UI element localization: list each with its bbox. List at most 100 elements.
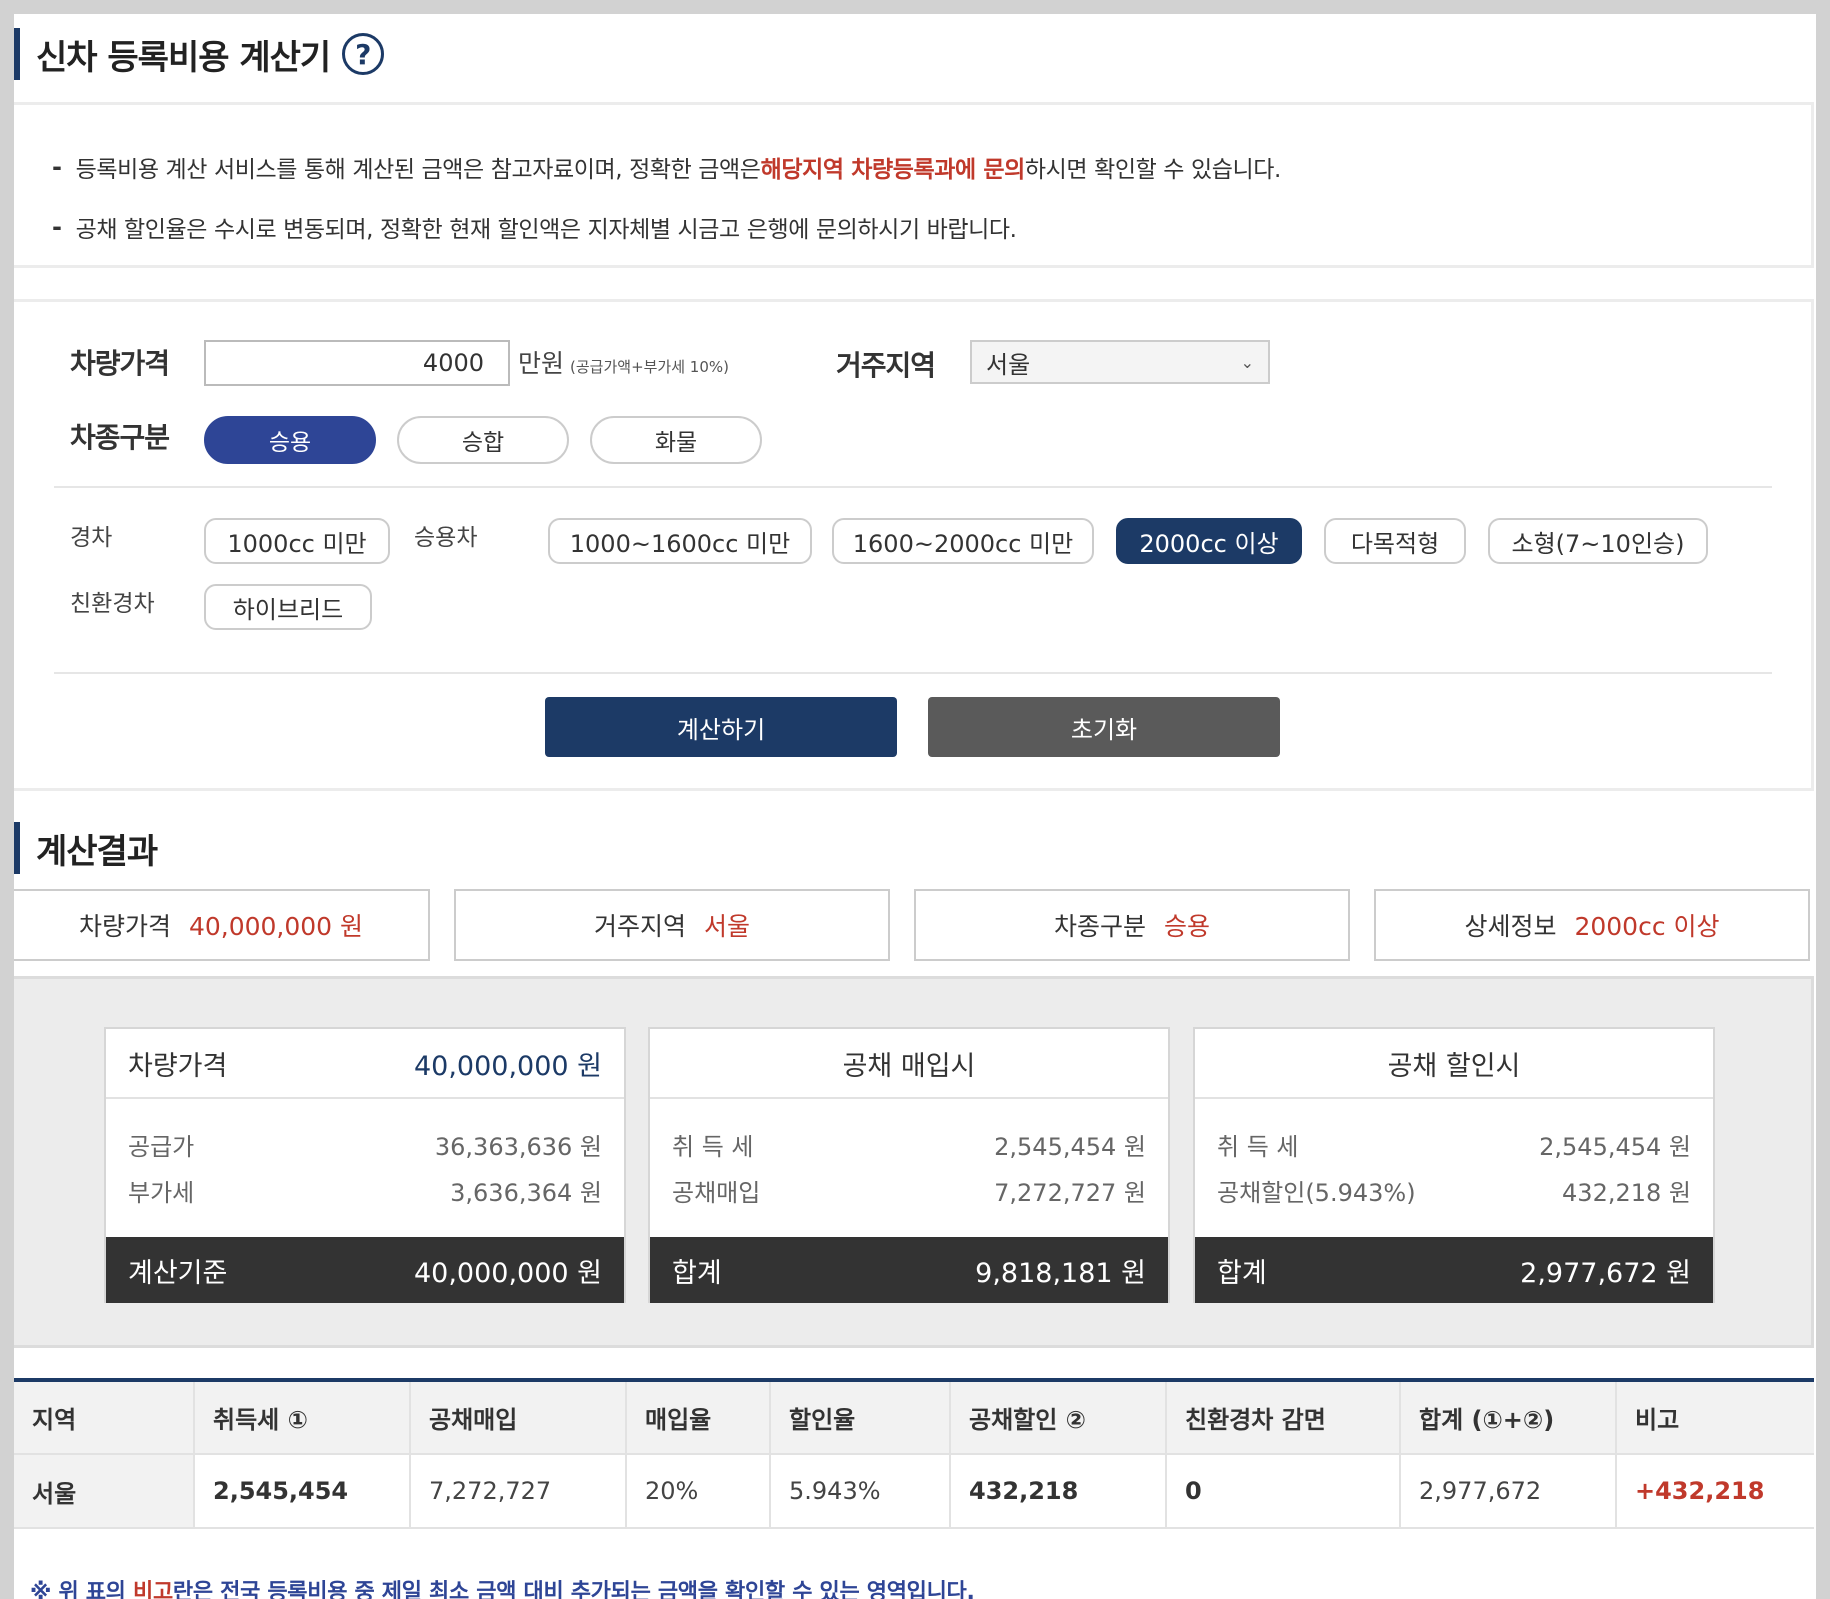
type-label: 차종구분	[70, 421, 170, 454]
col-header-bond-discount: 공채할인 ②	[950, 1380, 1167, 1455]
col-header-acquisition-tax: 취득세 ①	[194, 1380, 411, 1455]
price-unit: 만원 (공급가액+부가세 10%)	[518, 344, 729, 380]
page-title-block: 신차 등록비용 계산기 ?	[14, 28, 385, 80]
cell-bond-discount: 432,218	[950, 1454, 1167, 1529]
page-title: 신차 등록비용 계산기	[36, 37, 331, 78]
notice-line-1: - 등록비용 계산 서비스를 통해 계산된 금액은 참고자료이며, 정확한 금액…	[52, 137, 1811, 197]
price-label: 차량가격	[70, 347, 170, 380]
card-row: 취 득 세 2,545,454 원	[1217, 1121, 1691, 1167]
row-value: 7,272,727 원	[994, 1178, 1146, 1207]
card-vehicle-price: 차량가격 40,000,000 원 공급가 36,363,636 원 부가세 3,6…	[104, 1027, 626, 1303]
card-header-value: 40,000,000 원	[413, 1050, 602, 1082]
footnote-highlight: 비고	[133, 1580, 173, 1599]
footnote-post: 란은 전국 등록비용 중 제일 최소 금액 대비 추가되는 금액을 확인할 수 …	[172, 1580, 975, 1599]
calculator-page: 신차 등록비용 계산기 ? - 등록비용 계산 서비스를 통해 계산된 금액은 …	[14, 14, 1816, 1599]
row-label: 공급가	[128, 1132, 195, 1161]
table-row: 서울 2,545,454 7,272,727 20% 5.943% 432,21…	[14, 1454, 1814, 1529]
summary-label: 차량가격	[78, 912, 171, 941]
footer-value: 40,000,000 원	[413, 1257, 602, 1289]
col-header-remarks: 비고	[1616, 1380, 1814, 1455]
notice-highlight: 해당지역 차량등록과에 문의	[760, 157, 1026, 183]
footer-value: 9,818,181 원	[975, 1257, 1146, 1289]
cell-purchase-rate: 20%	[626, 1454, 771, 1529]
row-value: 432,218 원	[1562, 1178, 1691, 1207]
summary-value: 서울	[704, 912, 751, 941]
region-cost-table: 지역 취득세 ① 공채매입 매입율 할인율 공채할인 ② 친환경차 감면 합계 …	[14, 1378, 1814, 1529]
card-header-label: 공채 할인시	[1387, 1050, 1521, 1082]
col-header-region: 지역	[14, 1380, 195, 1455]
col-header-total: 합계 (①+②)	[1400, 1380, 1617, 1455]
summary-region: 거주지역 서울	[454, 889, 890, 961]
region-select[interactable]: 서울 ⌄	[970, 340, 1270, 384]
row-label: 부가세	[128, 1178, 195, 1207]
option-multipurpose[interactable]: 다목적형	[1324, 518, 1466, 564]
footer-label: 합계	[672, 1257, 722, 1289]
type-option-passenger[interactable]: 승용	[204, 416, 376, 464]
option-hybrid[interactable]: 하이브리드	[204, 584, 372, 630]
reset-button[interactable]: 초기화	[928, 697, 1280, 757]
card-header: 공채 매입시	[650, 1029, 1168, 1099]
card-footer: 합계 9,818,181 원	[650, 1237, 1168, 1303]
summary-label: 차종구분	[1053, 912, 1146, 941]
card-body: 공급가 36,363,636 원 부가세 3,636,364 원	[106, 1099, 624, 1237]
card-body: 취 득 세 2,545,454 원 공채할인(5.943%) 432,218 원	[1195, 1099, 1713, 1237]
card-footer: 계산기준 40,000,000 원	[106, 1237, 624, 1303]
col-header-discount-rate: 할인율	[770, 1380, 951, 1455]
type-option-truck[interactable]: 화물	[590, 416, 762, 464]
cell-discount-rate: 5.943%	[770, 1454, 951, 1529]
option-1600-2000cc[interactable]: 1600~2000cc 미만	[832, 518, 1094, 564]
card-row: 취 득 세 2,545,454 원	[672, 1121, 1146, 1167]
row-value: 2,545,454 원	[994, 1132, 1146, 1161]
price-input[interactable]	[204, 340, 510, 386]
card-header: 공채 할인시	[1195, 1029, 1713, 1099]
card-header-label: 차량가격	[128, 1050, 228, 1082]
notice-box: - 등록비용 계산 서비스를 통해 계산된 금액은 참고자료이며, 정확한 금액…	[14, 102, 1814, 268]
card-header: 차량가격 40,000,000 원	[106, 1029, 624, 1099]
card-bond-purchase: 공채 매입시 취 득 세 2,545,454 원 공채매입 7,272,727 원 …	[648, 1027, 1170, 1303]
card-header-label: 공채 매입시	[842, 1050, 976, 1082]
summary-type: 차종구분 승용	[914, 889, 1350, 961]
row-label: 취 득 세	[672, 1132, 754, 1161]
calculate-button[interactable]: 계산하기	[545, 697, 897, 757]
card-row: 공채할인(5.943%) 432,218 원	[1217, 1167, 1691, 1213]
cell-eco-reduction: 0	[1166, 1454, 1401, 1529]
result-cards-area: 차량가격 40,000,000 원 공급가 36,363,636 원 부가세 3,6…	[14, 976, 1814, 1348]
cell-total: 2,977,672	[1400, 1454, 1617, 1529]
row-value: 36,363,636 원	[434, 1132, 602, 1161]
row-label: 공채할인(5.943%)	[1217, 1178, 1416, 1207]
summary-detail: 상세정보 2000cc 이상	[1374, 889, 1810, 961]
title-accent-bar	[14, 28, 20, 80]
notice-text-1a: 등록비용 계산 서비스를 통해 계산된 금액은 참고자료이며, 정확한 금액은	[75, 157, 761, 183]
cell-acquisition-tax: 2,545,454	[194, 1454, 411, 1529]
calculator-form: 차량가격 만원(공급가액+부가세 10%) 거주지역 서울 ⌄ 차종구분 승용 …	[14, 299, 1814, 791]
summary-price: 차량가격 40,000,000 원	[14, 889, 430, 961]
table-header-row: 지역 취득세 ① 공채매입 매입율 할인율 공채할인 ② 친환경차 감면 합계 …	[14, 1380, 1814, 1455]
row-value: 3,636,364 원	[450, 1178, 602, 1207]
eco-car-label: 친환경차	[70, 591, 155, 617]
help-icon[interactable]: ?	[342, 33, 385, 75]
option-under-1000cc[interactable]: 1000cc 미만	[204, 518, 390, 564]
option-small-7-10[interactable]: 소형(7~10인승)	[1488, 518, 1708, 564]
cell-remarks: +432,218	[1616, 1454, 1814, 1529]
passenger-car-label: 승용차	[414, 525, 478, 551]
col-header-eco-reduction: 친환경차 감면	[1166, 1380, 1401, 1455]
cell-bond-purchase: 7,272,727	[410, 1454, 627, 1529]
notice-text-2: 공채 할인율은 수시로 변동되며, 정확한 현재 할인액은 지자체별 시금고 은…	[75, 217, 1017, 243]
row-label: 공채매입	[672, 1178, 761, 1207]
card-footer: 합계 2,977,672 원	[1195, 1237, 1713, 1303]
row-value: 2,545,454 원	[1539, 1132, 1691, 1161]
type-option-van[interactable]: 승합	[397, 416, 569, 464]
notice-text-1b: 하시면 확인할 수 있습니다.	[1024, 157, 1281, 183]
summary-value: 승용	[1164, 912, 1211, 941]
option-over-2000cc[interactable]: 2000cc 이상	[1116, 518, 1302, 564]
table-footnote: ※ 위 표의 비고란은 전국 등록비용 중 제일 최소 금액 대비 추가되는 금…	[30, 1574, 975, 1599]
region-label: 거주지역	[836, 349, 936, 382]
card-body: 취 득 세 2,545,454 원 공채매입 7,272,727 원	[650, 1099, 1168, 1237]
summary-label: 상세정보	[1464, 912, 1557, 941]
card-row: 부가세 3,636,364 원	[128, 1167, 602, 1213]
option-1000-1600cc[interactable]: 1000~1600cc 미만	[548, 518, 812, 564]
footer-label: 합계	[1217, 1257, 1267, 1289]
bullet-dash: -	[52, 153, 62, 181]
chevron-down-icon: ⌄	[1240, 352, 1254, 372]
row-label: 취 득 세	[1217, 1132, 1299, 1161]
